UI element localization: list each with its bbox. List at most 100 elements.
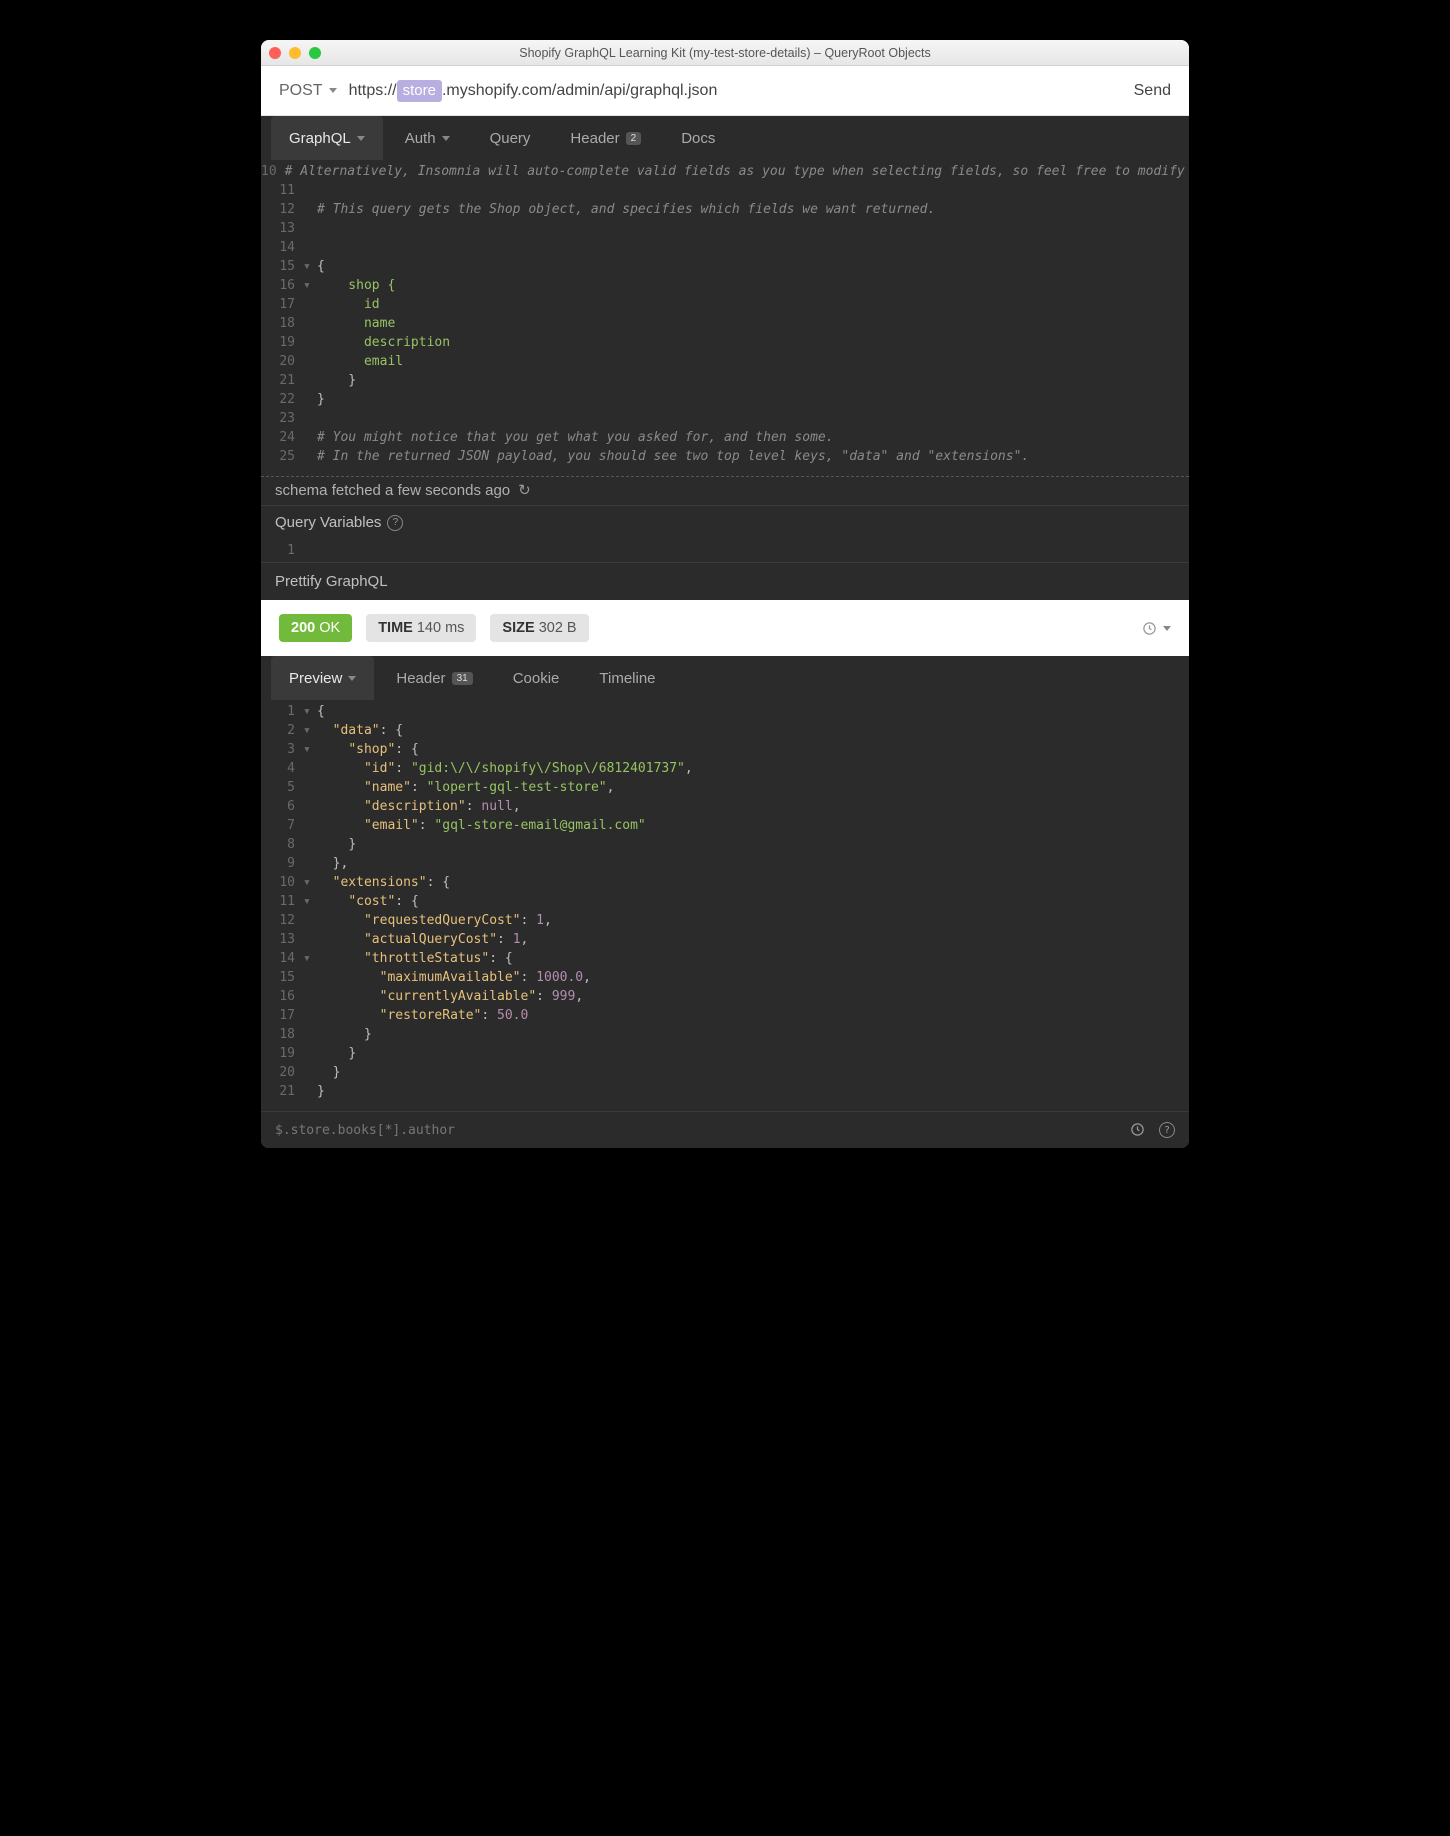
fold-gutter-icon[interactable]: ▾ <box>303 721 317 740</box>
line-number: 2 <box>261 721 303 740</box>
graphql-query-editor[interactable]: 10# Alternatively, Insomnia will auto-co… <box>261 160 1189 476</box>
response-body-viewer[interactable]: 1▾{2▾ "data": {3▾ "shop": {4 "id": "gid:… <box>261 700 1189 1111</box>
help-icon[interactable]: ? <box>1159 1122 1175 1138</box>
tab-header[interactable]: Header 2 <box>552 116 659 160</box>
code-line[interactable]: 1 <box>261 543 1189 558</box>
code-line[interactable]: 14▾ "throttleStatus": { <box>261 949 1189 968</box>
fold-gutter-icon <box>303 930 317 949</box>
code-line[interactable]: 17 id <box>261 295 1189 314</box>
code-line[interactable]: 10# Alternatively, Insomnia will auto-co… <box>261 162 1189 181</box>
code-text: # Alternatively, Insomnia will auto-comp… <box>285 162 1189 181</box>
code-line[interactable]: 20 email <box>261 352 1189 371</box>
tab-cookie[interactable]: Cookie <box>495 656 578 700</box>
query-variables-editor[interactable]: 1 <box>261 539 1189 562</box>
code-line[interactable]: 21 } <box>261 371 1189 390</box>
code-line[interactable]: 21} <box>261 1082 1189 1101</box>
code-line[interactable]: 22} <box>261 390 1189 409</box>
tab-graphql[interactable]: GraphQL <box>271 116 383 160</box>
chevron-down-icon <box>442 136 450 141</box>
fold-gutter-icon[interactable]: ▾ <box>303 276 317 295</box>
line-number: 1 <box>261 702 303 721</box>
code-line[interactable]: 16▾ shop { <box>261 276 1189 295</box>
chevron-down-icon <box>1163 626 1171 631</box>
tab-preview[interactable]: Preview <box>271 656 374 700</box>
minimize-icon[interactable] <box>289 47 301 59</box>
code-line[interactable]: 11▾ "cost": { <box>261 892 1189 911</box>
code-text: } <box>317 390 1189 409</box>
line-number: 21 <box>261 1082 303 1101</box>
clock-icon[interactable] <box>1130 1122 1145 1137</box>
tab-query[interactable]: Query <box>472 116 549 160</box>
code-line[interactable]: 5 "name": "lopert-gql-test-store", <box>261 778 1189 797</box>
close-icon[interactable] <box>269 47 281 59</box>
code-line[interactable]: 23 <box>261 409 1189 428</box>
code-line[interactable]: 2▾ "data": { <box>261 721 1189 740</box>
code-line[interactable]: 17 "restoreRate": 50.0 <box>261 1006 1189 1025</box>
fold-gutter-icon <box>303 295 317 314</box>
code-line[interactable]: 24# You might notice that you get what y… <box>261 428 1189 447</box>
fold-gutter-icon <box>303 1044 317 1063</box>
tab-graphql-label: GraphQL <box>289 130 351 147</box>
fold-gutter-icon <box>303 1082 317 1101</box>
prettify-button[interactable]: Prettify GraphQL <box>261 562 1189 600</box>
code-line[interactable]: 13 <box>261 219 1189 238</box>
tab-auth[interactable]: Auth <box>387 116 468 160</box>
code-line[interactable]: 1▾{ <box>261 702 1189 721</box>
code-line[interactable]: 4 "id": "gid:\/\/shopify\/Shop\/68124017… <box>261 759 1189 778</box>
code-line[interactable]: 9 }, <box>261 854 1189 873</box>
code-line[interactable]: 14 <box>261 238 1189 257</box>
fold-gutter-icon[interactable]: ▾ <box>303 257 317 276</box>
fold-gutter-icon <box>303 200 317 219</box>
code-line[interactable]: 18 name <box>261 314 1189 333</box>
tab-docs[interactable]: Docs <box>663 116 733 160</box>
code-line[interactable]: 7 "email": "gql-store-email@gmail.com" <box>261 816 1189 835</box>
code-line[interactable]: 11 <box>261 181 1189 200</box>
fold-gutter-icon[interactable]: ▾ <box>303 740 317 759</box>
fold-gutter-icon[interactable]: ▾ <box>303 702 317 721</box>
line-number: 20 <box>261 1063 303 1082</box>
url-env-variable[interactable]: store <box>397 80 442 102</box>
code-line[interactable]: 10▾ "extensions": { <box>261 873 1189 892</box>
code-text: description <box>317 333 1189 352</box>
refresh-icon[interactable] <box>518 481 531 499</box>
url-input[interactable]: https:// store .myshopify.com/admin/api/… <box>349 80 1122 102</box>
code-line[interactable]: 19 } <box>261 1044 1189 1063</box>
line-number: 24 <box>261 428 303 447</box>
code-line[interactable]: 19 description <box>261 333 1189 352</box>
tab-timeline[interactable]: Timeline <box>581 656 673 700</box>
line-number: 10 <box>261 873 303 892</box>
code-line[interactable]: 3▾ "shop": { <box>261 740 1189 759</box>
code-line[interactable]: 18 } <box>261 1025 1189 1044</box>
tab-response-header[interactable]: Header 31 <box>378 656 490 700</box>
line-number: 19 <box>261 333 303 352</box>
code-text: "throttleStatus": { <box>317 949 1189 968</box>
fold-gutter-icon[interactable]: ▾ <box>303 949 317 968</box>
code-line[interactable]: 15▾{ <box>261 257 1189 276</box>
zoom-icon[interactable] <box>309 47 321 59</box>
line-number: 12 <box>261 911 303 930</box>
code-line[interactable]: 16 "currentlyAvailable": 999, <box>261 987 1189 1006</box>
query-variables-header[interactable]: Query Variables ? <box>261 505 1189 539</box>
size-value: 302 B <box>539 620 577 636</box>
send-button[interactable]: Send <box>1134 82 1171 100</box>
code-line[interactable]: 12 "requestedQueryCost": 1, <box>261 911 1189 930</box>
response-history-dropdown[interactable] <box>1142 621 1171 636</box>
code-line[interactable]: 13 "actualQueryCost": 1, <box>261 930 1189 949</box>
code-text: "name": "lopert-gql-test-store", <box>317 778 1189 797</box>
response-filter-input[interactable]: $.store.books[*].author <box>275 1123 455 1138</box>
code-text: }, <box>317 854 1189 873</box>
code-text: } <box>317 835 1189 854</box>
code-line[interactable]: 8 } <box>261 835 1189 854</box>
code-line[interactable]: 12# This query gets the Shop object, and… <box>261 200 1189 219</box>
help-icon[interactable]: ? <box>387 515 403 531</box>
code-line[interactable]: 6 "description": null, <box>261 797 1189 816</box>
fold-gutter-icon[interactable]: ▾ <box>303 892 317 911</box>
fold-gutter-icon[interactable]: ▾ <box>303 873 317 892</box>
http-method-dropdown[interactable]: POST <box>279 82 337 100</box>
code-line[interactable]: 15 "maximumAvailable": 1000.0, <box>261 968 1189 987</box>
code-line[interactable]: 20 } <box>261 1063 1189 1082</box>
line-number: 5 <box>261 778 303 797</box>
code-text <box>317 219 1189 238</box>
code-line[interactable]: 25# In the returned JSON payload, you sh… <box>261 447 1189 466</box>
code-text: "id": "gid:\/\/shopify\/Shop\/6812401737… <box>317 759 1189 778</box>
